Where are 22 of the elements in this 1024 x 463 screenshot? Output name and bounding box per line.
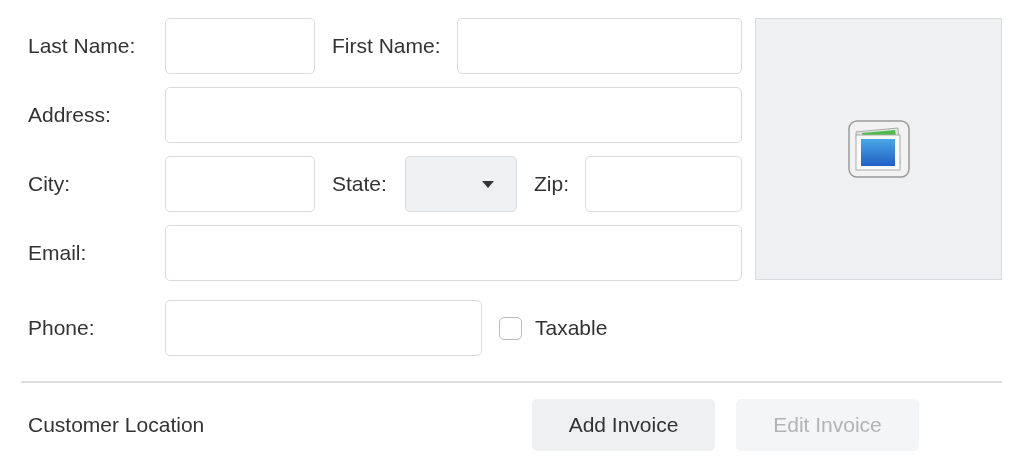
field-label: State: [332,172,388,196]
text-field[interactable] [456,18,742,74]
field-label: Last Name: [28,34,137,58]
text-field[interactable] [165,18,315,74]
invoice-button[interactable]: Add Invoice [532,399,715,451]
text-field[interactable] [165,300,482,356]
picture-icon [847,120,910,178]
field-label: Email: [28,241,88,265]
text-field[interactable] [165,156,315,212]
field-label: Zip: [534,172,569,196]
text-field[interactable] [165,87,742,143]
field-label: First Name: [332,34,441,58]
field-label: Address: [28,103,112,127]
checkbox-label: Taxable [535,316,608,340]
section-title: Customer Location [28,413,206,437]
field-label: Phone: [28,316,96,340]
dropdown-field[interactable] [405,156,517,212]
text-field[interactable] [165,225,742,281]
caret-icon [482,180,494,188]
checkbox[interactable] [499,316,522,340]
text-field[interactable] [585,156,742,212]
field-label: City: [28,172,71,196]
